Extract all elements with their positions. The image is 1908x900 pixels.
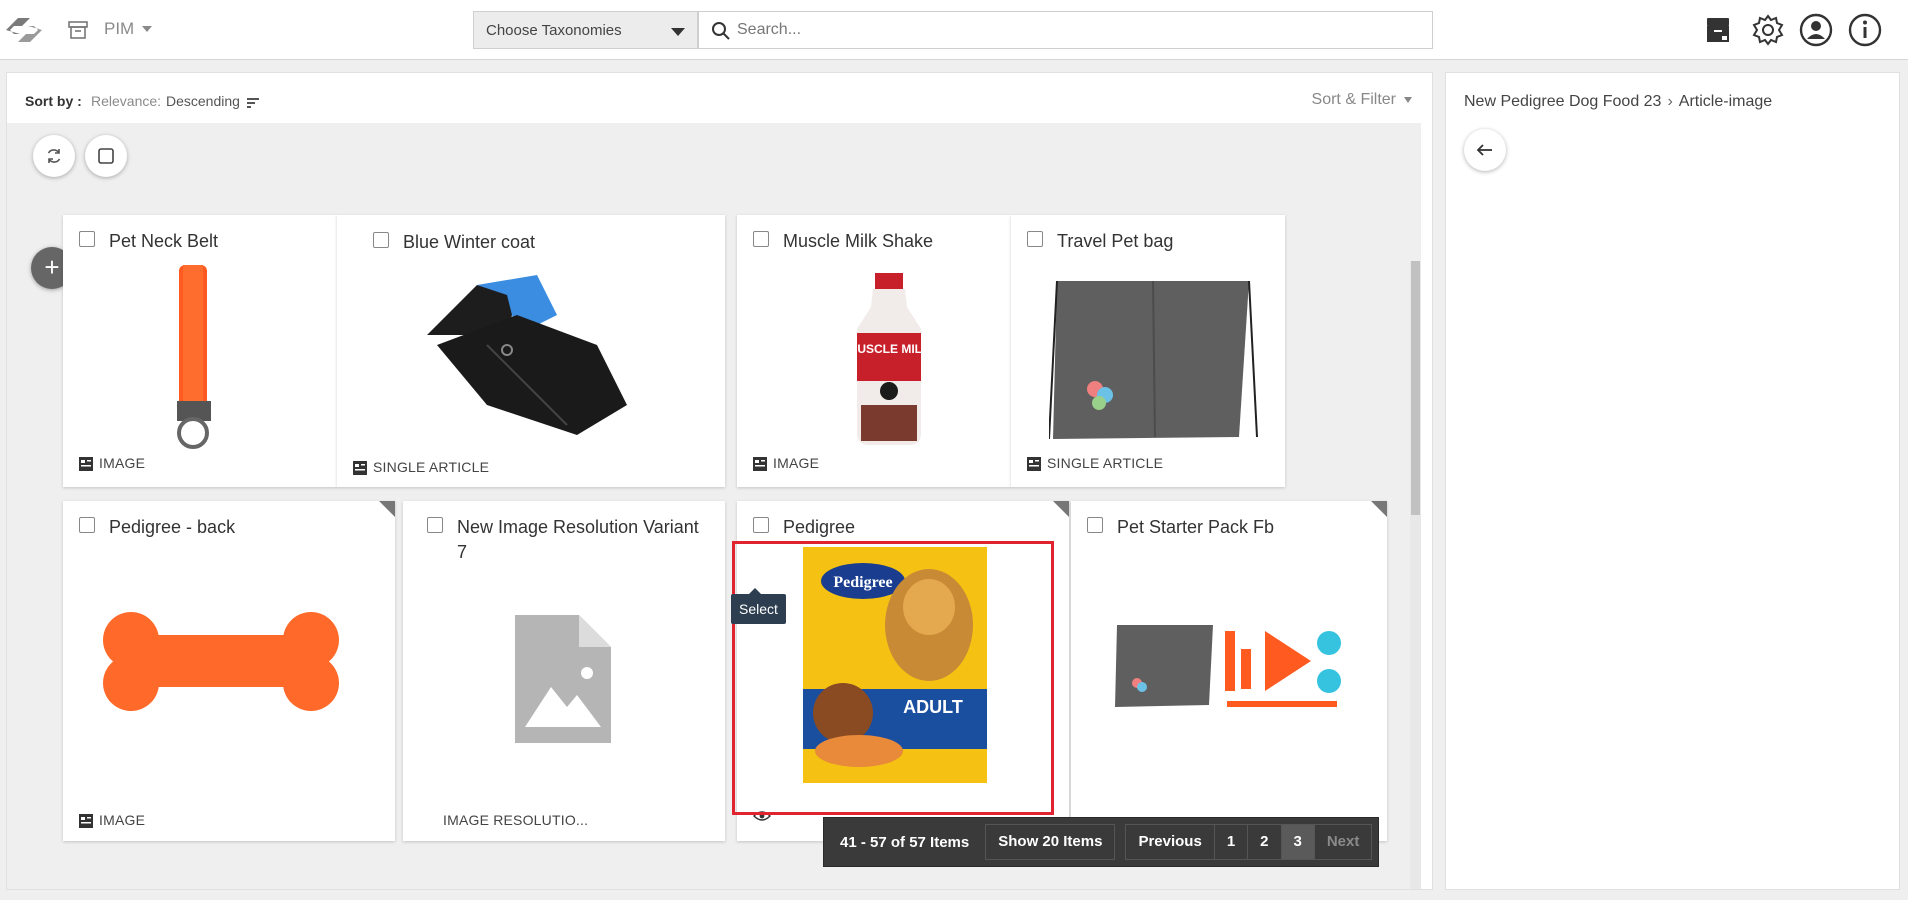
- page-3-button[interactable]: 3: [1280, 824, 1314, 860]
- user-icon[interactable]: [1798, 12, 1834, 48]
- sort-by-label: Sort by :: [25, 93, 82, 109]
- card-checkbox[interactable]: [1027, 231, 1043, 247]
- logo-icon[interactable]: [0, 10, 48, 50]
- article-icon: [79, 457, 93, 472]
- orange-bone-image: [103, 612, 339, 711]
- select-all-button[interactable]: [85, 135, 127, 177]
- selection-highlight: [732, 541, 1054, 815]
- product-card[interactable]: Pedigree - back IMAGE: [63, 501, 395, 841]
- archive-icon[interactable]: [66, 18, 90, 42]
- corner-marker: [379, 501, 395, 517]
- grey-bag-image: [1049, 280, 1258, 440]
- chevron-down-icon: [1404, 96, 1412, 103]
- page-size-button[interactable]: Show 20 Items: [985, 824, 1116, 860]
- bottle-label: MUSCLE MILK: [847, 342, 931, 356]
- milk-bottle-image: MUSCLE MILK: [847, 273, 931, 445]
- chevron-down-icon[interactable]: [142, 26, 152, 32]
- select-tooltip: Select: [731, 588, 786, 624]
- card-type-label: SINGLE ARTICLE: [373, 459, 490, 475]
- page-1-button[interactable]: 1: [1213, 824, 1248, 860]
- card-checkbox[interactable]: [373, 232, 389, 248]
- taxonomy-select[interactable]: Choose Taxonomies: [473, 11, 698, 49]
- card-type-label: SINGLE ARTICLE: [1047, 455, 1164, 471]
- sort-filter-label: Sort & Filter: [1311, 91, 1396, 108]
- vertical-scrollbar[interactable]: [1410, 261, 1421, 889]
- main-panel: Sort by : Relevance: Descending Sort & F…: [6, 72, 1433, 890]
- card-type: SINGLE ARTICLE: [1027, 455, 1164, 472]
- settings-icon[interactable]: [1750, 12, 1786, 48]
- detail-panel: New Pedigree Dog Food 23 › Article-image: [1445, 72, 1900, 890]
- card-title: New Image Resolution Variant 7: [457, 517, 699, 562]
- sort-lines-icon[interactable]: [247, 98, 259, 108]
- page-nav: Previous 1 2 3 Next: [1125, 824, 1373, 860]
- card-title: Pedigree: [783, 517, 856, 537]
- product-card[interactable]: Muscle Milk Shake MUSCLE MILK IMAGE: [737, 215, 1011, 487]
- card-type-label: IMAGE: [773, 455, 820, 471]
- product-card[interactable]: Travel Pet bag SINGLE ARTICLE: [1011, 215, 1285, 487]
- card-type-label: IMAGE RESOLUTIO...: [443, 812, 589, 828]
- card-type-label: IMAGE: [99, 455, 146, 471]
- card-type-label: IMAGE: [99, 812, 146, 828]
- sort-filter-button[interactable]: Sort & Filter: [1312, 91, 1412, 109]
- card-checkbox[interactable]: [753, 517, 769, 533]
- page-2-button[interactable]: 2: [1247, 824, 1281, 860]
- article-icon: [1027, 457, 1041, 472]
- scroll-thumb[interactable]: [1411, 261, 1420, 515]
- article-icon: [353, 461, 367, 476]
- refresh-button[interactable]: [33, 135, 75, 177]
- card-title: Blue Winter coat: [403, 232, 536, 252]
- pagination-bar: 41 - 57 of 57 Items Show 20 Items Previo…: [823, 817, 1380, 867]
- card-checkbox[interactable]: [79, 517, 95, 533]
- products-icon[interactable]: [1700, 12, 1736, 48]
- card-checkbox[interactable]: [753, 231, 769, 247]
- pagination-range: 41 - 57 of 57 Items: [840, 833, 970, 851]
- dog-coat-image: [427, 275, 627, 435]
- info-icon[interactable]: [1847, 12, 1883, 48]
- article-icon: [79, 814, 93, 829]
- sort-order-toggle[interactable]: Descending: [166, 93, 240, 109]
- taxonomy-select-label: Choose Taxonomies: [486, 22, 622, 39]
- next-page-button[interactable]: Next: [1313, 824, 1373, 860]
- app-switcher-label[interactable]: PIM: [104, 19, 134, 39]
- product-card[interactable]: Blue Winter coat SINGLE ARTICLE: [337, 215, 725, 487]
- card-title: Muscle Milk Shake: [783, 231, 934, 251]
- card-title: Pet Starter Pack Fb: [1117, 517, 1275, 537]
- card-type: IMAGE RESOLUTIO...: [443, 812, 588, 828]
- card-title: Travel Pet bag: [1057, 231, 1174, 251]
- card-type: IMAGE: [79, 455, 146, 472]
- product-card[interactable]: Pet Starter Pack Fb: [1071, 501, 1387, 841]
- card-title: Pedigree - back: [109, 517, 236, 537]
- card-type: SINGLE ARTICLE: [353, 459, 490, 476]
- breadcrumb: New Pedigree Dog Food 23 › Article-image: [1464, 93, 1772, 111]
- previous-page-button[interactable]: Previous: [1125, 824, 1214, 860]
- results-grid: + Pet Neck Belt IMAGE Blue Winter coat S…: [7, 123, 1421, 889]
- product-card[interactable]: New Image Resolution Variant 7 IMAGE RES…: [403, 501, 725, 841]
- orange-collar-image: [177, 265, 211, 449]
- sort-bar: Sort by : Relevance: Descending Sort & F…: [7, 73, 1432, 123]
- image-placeholder-icon: [515, 615, 611, 743]
- dropdown-caret-icon: [671, 28, 685, 36]
- product-card[interactable]: Pet Neck Belt IMAGE: [63, 215, 337, 487]
- card-checkbox[interactable]: [1087, 517, 1103, 533]
- square-icon: [98, 148, 114, 164]
- sort-relevance-label: Relevance:: [91, 93, 162, 109]
- starter-pack-image: [1115, 625, 1341, 707]
- top-bar: PIM Choose Taxonomies: [0, 0, 1908, 60]
- back-button[interactable]: [1464, 129, 1506, 171]
- card-checkbox[interactable]: [427, 517, 443, 533]
- search-icon: [712, 22, 730, 40]
- refresh-icon: [47, 149, 61, 163]
- search-box: [698, 11, 1433, 49]
- chevron-right-icon: ›: [1667, 93, 1673, 110]
- corner-marker: [1053, 501, 1069, 517]
- card-title: Pet Neck Belt: [109, 231, 219, 251]
- search-input[interactable]: [737, 12, 1417, 48]
- breadcrumb-item[interactable]: New Pedigree Dog Food 23: [1464, 93, 1661, 110]
- card-type: IMAGE: [79, 812, 146, 829]
- breadcrumb-item: Article-image: [1678, 93, 1773, 110]
- card-checkbox[interactable]: [79, 231, 95, 247]
- arrow-left-icon: [1476, 144, 1492, 156]
- article-icon: [753, 457, 767, 472]
- card-type: IMAGE: [753, 455, 820, 472]
